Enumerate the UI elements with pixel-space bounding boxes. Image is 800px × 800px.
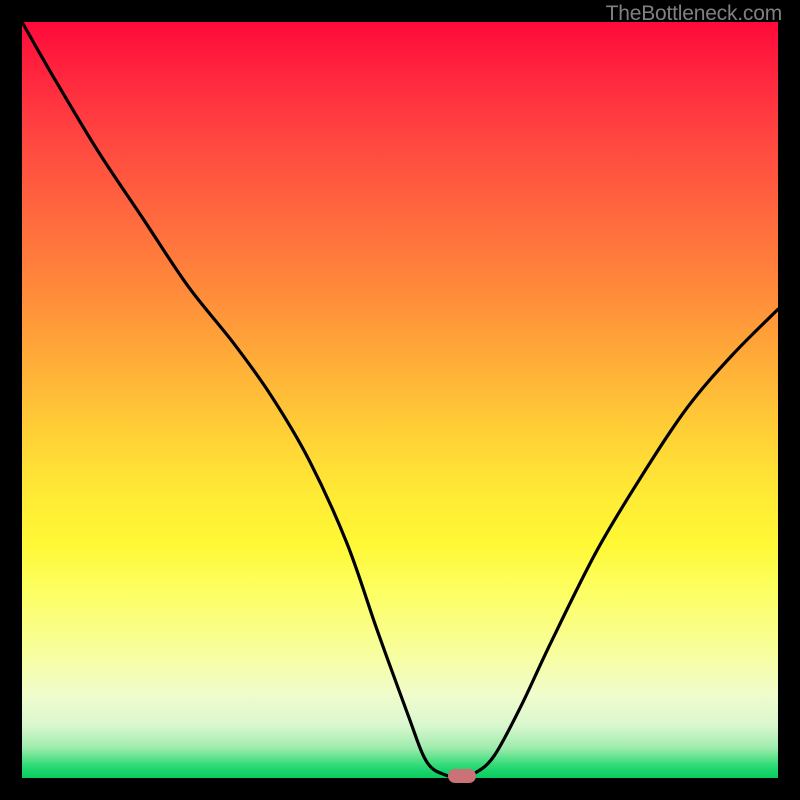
attribution-text: TheBottleneck.com [606,2,782,26]
bottleneck-curve [22,22,778,778]
optimum-marker [448,769,476,783]
chart-frame: TheBottleneck.com [0,0,800,800]
curve-path [22,22,778,776]
